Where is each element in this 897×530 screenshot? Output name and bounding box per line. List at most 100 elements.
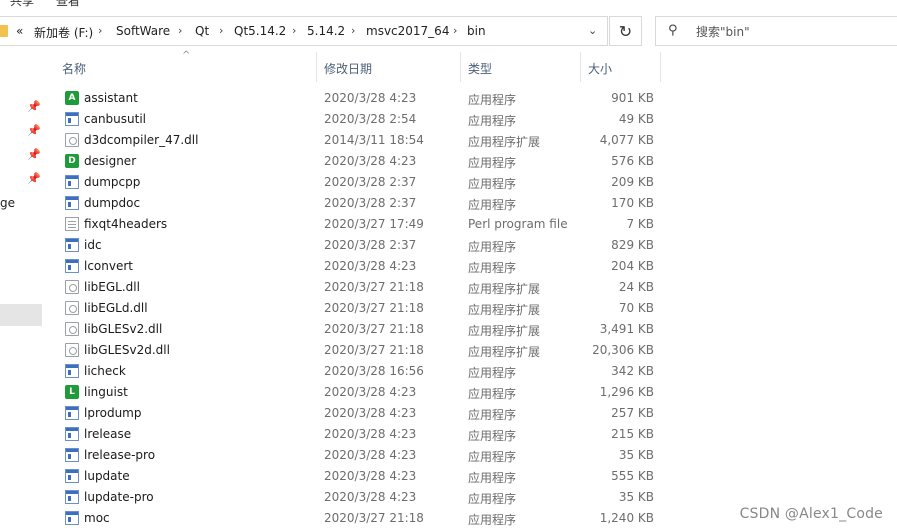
file-type: 应用程序 — [468, 513, 517, 527]
file-size: 829 KB — [611, 238, 654, 252]
file-row[interactable]: d3dcompiler_47.dll 2014/3/11 18:54 应用程序扩展 4… — [0, 130, 897, 151]
dll-file-icon — [65, 343, 79, 357]
file-type: 应用程序 — [468, 198, 517, 212]
file-type: 应用程序 — [468, 429, 517, 443]
file-row[interactable]: lupdate-pro 2020/3/28 4:23 应用程序 35 KB — [0, 487, 897, 508]
search-input[interactable] — [694, 21, 888, 43]
file-type: 应用程序扩展 — [468, 303, 541, 317]
application-icon — [65, 364, 79, 378]
breadcrumb-drive[interactable]: 新加卷 (F:) — [34, 24, 93, 41]
file-name: lupdate-pro — [84, 490, 154, 504]
breadcrumb-bin[interactable]: bin — [467, 24, 486, 38]
file-type: Perl program file — [468, 217, 568, 231]
file-row[interactable]: fixqt4headers 2020/3/27 17:49 Perl program… — [0, 214, 897, 235]
file-size: 7 KB — [626, 217, 654, 231]
file-row[interactable]: libGLESv2d.dll 2020/3/27 21:18 应用程序扩展 20,30… — [0, 340, 897, 361]
file-row[interactable]: libEGL.dll 2020/3/27 21:18 应用程序扩展 24 KB — [0, 277, 897, 298]
application-icon — [65, 448, 79, 462]
breadcrumb-chevron-icon[interactable]: › — [453, 24, 457, 37]
file-type: 应用程序 — [468, 492, 517, 506]
file-date: 2020/3/27 21:18 — [324, 301, 424, 315]
ribbon-tab-share[interactable]: 共享 — [10, 0, 34, 9]
column-divider[interactable] — [316, 52, 317, 82]
application-icon — [65, 259, 79, 273]
breadcrumb-msvc[interactable]: msvc2017_64 — [366, 24, 449, 38]
dll-file-icon — [65, 301, 79, 315]
breadcrumb-qt5142[interactable]: Qt5.14.2 — [234, 24, 286, 38]
breadcrumb-5142[interactable]: 5.14.2 — [307, 24, 345, 38]
application-icon — [65, 490, 79, 504]
address-dropdown-chevron-icon[interactable]: ⌄ — [588, 24, 597, 37]
breadcrumb-chevron-icon[interactable]: › — [219, 24, 223, 37]
file-row[interactable]: dumpdoc 2020/3/28 2:37 应用程序 170 KB — [0, 193, 897, 214]
file-date: 2020/3/28 4:23 — [324, 259, 417, 273]
file-type: 应用程序 — [468, 177, 517, 191]
column-header-name[interactable]: 名称 — [62, 57, 316, 81]
file-name: libEGLd.dll — [84, 301, 148, 315]
file-date: 2020/3/27 21:18 — [324, 511, 424, 525]
file-type: 应用程序 — [468, 408, 517, 422]
breadcrumb-chevron-icon[interactable]: › — [178, 24, 182, 37]
file-row[interactable]: Ddesigner 2020/3/28 4:23 应用程序 576 KB — [0, 151, 897, 172]
breadcrumb-chevron-icon[interactable]: › — [351, 24, 355, 37]
application-icon — [65, 469, 79, 483]
column-header-date[interactable]: 修改日期 — [324, 57, 460, 81]
file-date: 2020/3/28 4:23 — [324, 91, 417, 105]
file-row[interactable]: canbusutil 2020/3/28 2:54 应用程序 49 KB — [0, 109, 897, 130]
file-row[interactable]: Aassistant 2020/3/28 4:23 应用程序 901 KB — [0, 88, 897, 109]
file-size: 215 KB — [611, 427, 654, 441]
application-icon — [65, 511, 79, 525]
file-type: 应用程序扩展 — [468, 324, 541, 338]
file-size: 204 KB — [611, 259, 654, 273]
column-header-size[interactable]: 大小 — [588, 57, 660, 81]
refresh-icon: ↻ — [618, 21, 633, 41]
file-name: lprodump — [84, 406, 142, 420]
file-type: 应用程序扩展 — [468, 135, 541, 149]
qt-app-icon: L — [65, 385, 79, 399]
file-row[interactable]: lrelease 2020/3/28 4:23 应用程序 215 KB — [0, 424, 897, 445]
column-divider[interactable] — [460, 52, 461, 82]
file-name: licheck — [84, 364, 126, 378]
application-icon — [65, 175, 79, 189]
file-row[interactable]: licheck 2020/3/28 16:56 应用程序 342 KB — [0, 361, 897, 382]
file-row[interactable]: lupdate 2020/3/28 4:23 应用程序 555 KB — [0, 466, 897, 487]
file-name: lconvert — [84, 259, 134, 273]
file-date: 2020/3/27 21:18 — [324, 343, 424, 357]
breadcrumb-qt[interactable]: Qt — [195, 24, 209, 38]
file-row[interactable]: libGLESv2.dll 2020/3/27 21:18 应用程序扩展 3,491 … — [0, 319, 897, 340]
file-date: 2020/3/27 21:18 — [324, 322, 424, 336]
file-row[interactable]: lconvert 2020/3/28 4:23 应用程序 204 KB — [0, 256, 897, 277]
file-name: designer — [84, 154, 137, 168]
file-date: 2020/3/28 4:23 — [324, 406, 417, 420]
file-type: 应用程序 — [468, 366, 517, 380]
ribbon-tab-view[interactable]: 查看 — [56, 0, 80, 9]
column-header-type[interactable]: 类型 — [468, 57, 580, 81]
column-divider[interactable] — [660, 52, 661, 82]
file-size: 901 KB — [611, 91, 654, 105]
file-row[interactable]: dumpcpp 2020/3/28 2:37 应用程序 209 KB — [0, 172, 897, 193]
file-name: linguist — [84, 385, 128, 399]
file-row[interactable]: idc 2020/3/28 2:37 应用程序 829 KB — [0, 235, 897, 256]
file-type: 应用程序扩展 — [468, 345, 541, 359]
file-row[interactable]: libEGLd.dll 2020/3/27 21:18 应用程序扩展 70 KB — [0, 298, 897, 319]
breadcrumb-overflow[interactable]: « — [16, 24, 23, 38]
file-name: moc — [84, 511, 110, 525]
qt-app-icon: D — [65, 154, 79, 168]
file-name: dumpcpp — [84, 175, 141, 189]
file-name: libGLESv2.dll — [84, 322, 163, 336]
refresh-button[interactable]: ↻ — [609, 16, 642, 46]
search-icon: ⚲ — [668, 23, 678, 38]
breadcrumb-chevron-icon[interactable]: › — [292, 24, 296, 37]
file-name: dumpdoc — [84, 196, 141, 210]
address-bar[interactable]: « 新加卷 (F:) › SoftWare › Qt › Qt5.14.2 › … — [0, 16, 608, 46]
column-divider[interactable] — [580, 52, 581, 82]
breadcrumb-software[interactable]: SoftWare — [116, 24, 170, 38]
file-type: 应用程序 — [468, 450, 517, 464]
search-box[interactable]: ⚲ — [655, 16, 897, 46]
file-row[interactable]: Llinguist 2020/3/28 4:23 应用程序 1,296 KB — [0, 382, 897, 403]
dll-file-icon — [65, 133, 79, 147]
file-row[interactable]: lprodump 2020/3/28 4:23 应用程序 257 KB — [0, 403, 897, 424]
file-name: assistant — [84, 91, 138, 105]
breadcrumb-chevron-icon[interactable]: › — [98, 24, 102, 37]
file-row[interactable]: lrelease-pro 2020/3/28 4:23 应用程序 35 KB — [0, 445, 897, 466]
